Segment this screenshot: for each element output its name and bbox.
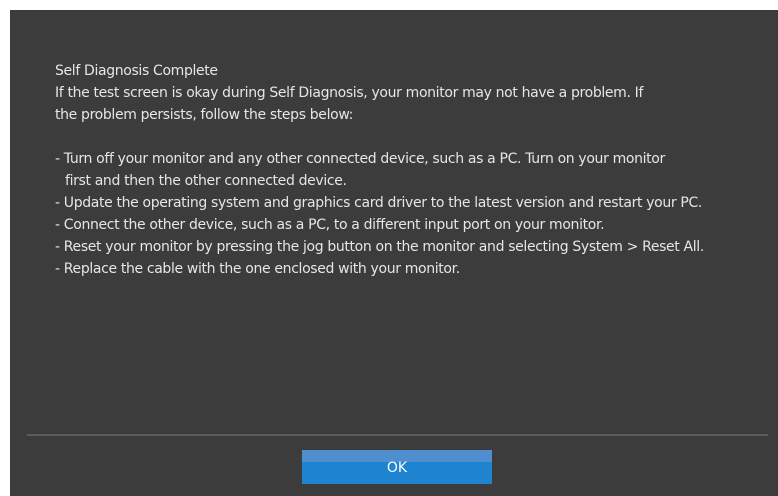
step-5: - Replace the cable with the one enclose… (55, 261, 460, 277)
dialog-content: Self Diagnosis Complete If the test scre… (55, 60, 755, 280)
ok-button[interactable]: OK (302, 450, 492, 484)
message-line-1: If the test screen is okay during Self D… (55, 85, 644, 101)
steps-list: - Turn off your monitor and any other co… (55, 148, 755, 280)
step-3: - Connect the other device, such as a PC… (55, 217, 605, 233)
step-2: - Update the operating system and graphi… (55, 195, 703, 211)
divider (27, 434, 768, 436)
step-1-continuation: first and then the other connected devic… (65, 173, 347, 189)
dialog-title: Self Diagnosis Complete (55, 63, 218, 79)
step-4: - Reset your monitor by pressing the jog… (55, 239, 704, 255)
message-line-2: the problem persists, follow the steps b… (55, 107, 354, 123)
step-1: - Turn off your monitor and any other co… (55, 151, 665, 167)
ok-button-label: OK (386, 460, 408, 476)
self-diagnosis-dialog: Self Diagnosis Complete If the test scre… (10, 10, 778, 496)
